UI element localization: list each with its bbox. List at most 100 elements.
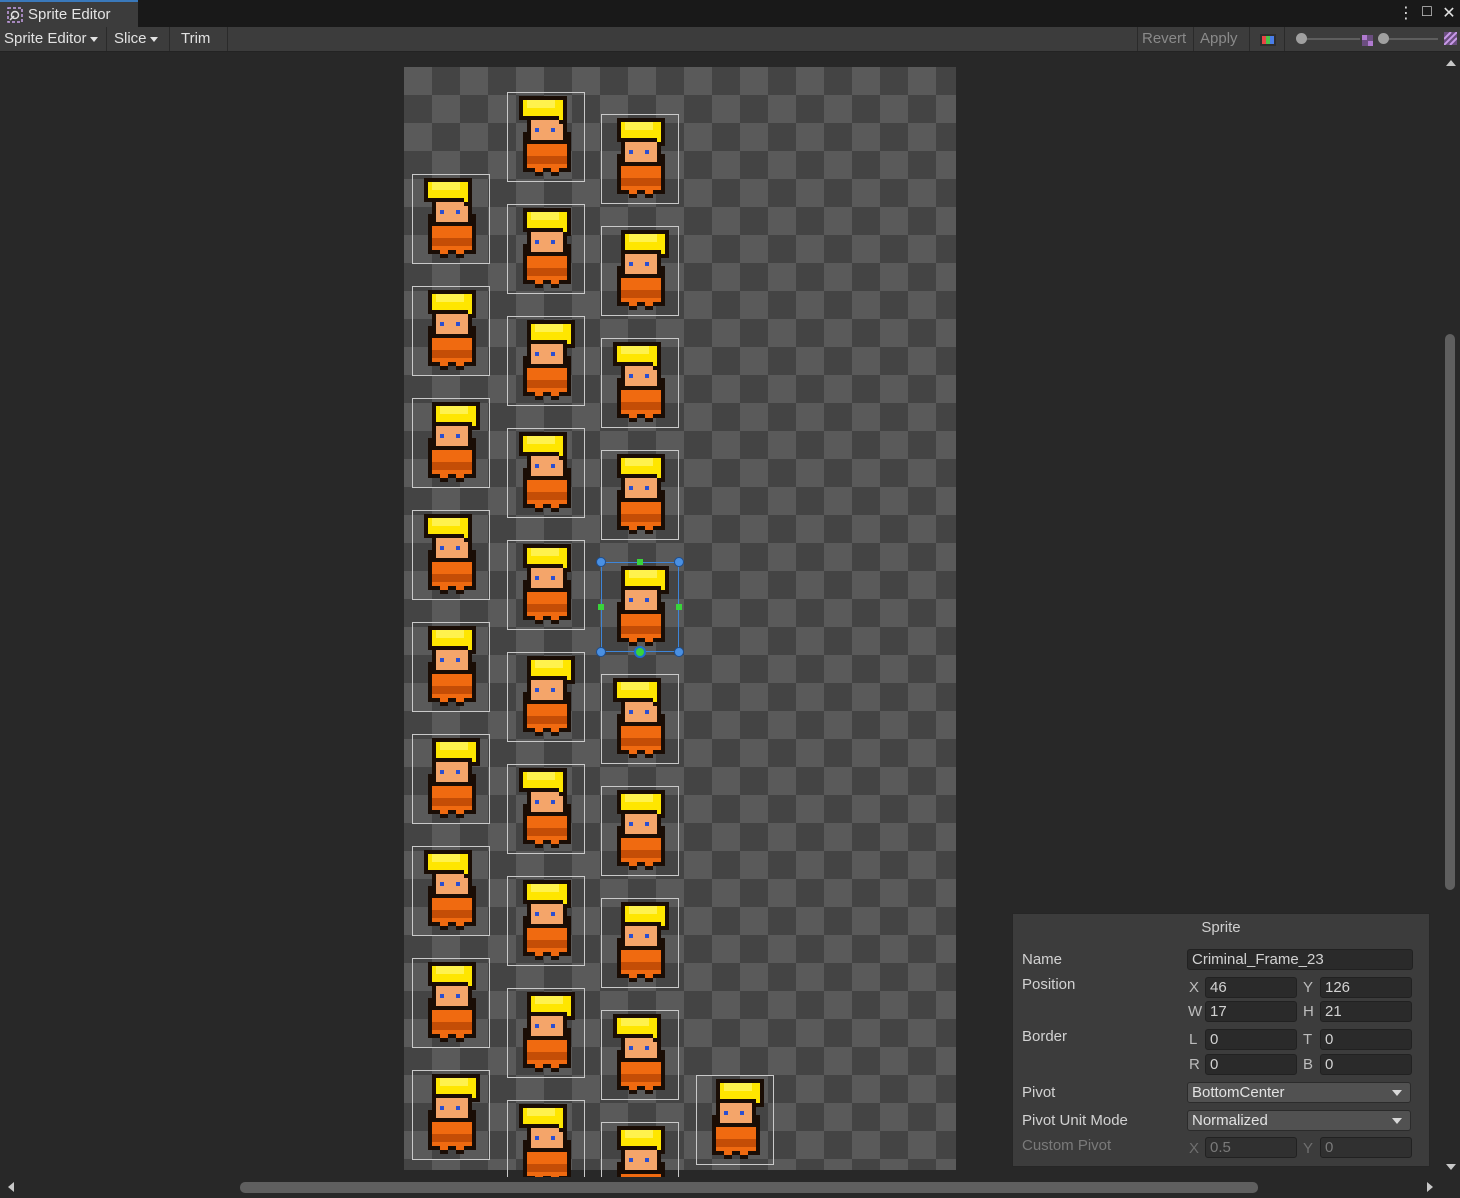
vertical-scrollbar[interactable] xyxy=(1441,52,1460,1177)
resize-handle[interactable] xyxy=(596,557,606,567)
close-icon[interactable]: ✕ xyxy=(1442,3,1456,23)
sprite-frame[interactable] xyxy=(507,540,585,630)
mip-slider-knob[interactable] xyxy=(1378,33,1389,44)
sprite-character-image xyxy=(424,178,476,258)
tab-title: Sprite Editor xyxy=(28,6,111,23)
sprite-character-image xyxy=(428,738,480,818)
sprite-frame[interactable] xyxy=(412,286,490,376)
vertical-scroll-thumb[interactable] xyxy=(1445,334,1455,890)
horizontal-scroll-thumb[interactable] xyxy=(240,1182,1258,1193)
sprite-character-image xyxy=(519,432,571,512)
sprite-frame[interactable] xyxy=(507,652,585,742)
sprite-character-image xyxy=(523,656,575,736)
chevron-down-icon xyxy=(1392,1090,1402,1096)
resize-handle[interactable] xyxy=(596,647,606,657)
sprite-frame[interactable] xyxy=(601,898,679,988)
apply-button[interactable]: Apply xyxy=(1196,27,1250,51)
toolbar-divider xyxy=(1284,27,1285,51)
pivot-unit-mode-label: Pivot Unit Mode xyxy=(1022,1112,1128,1129)
horizontal-scrollbar[interactable] xyxy=(0,1177,1441,1198)
sprite-frame[interactable] xyxy=(507,1100,585,1177)
sprite-frame[interactable] xyxy=(412,174,490,264)
sprite-character-image xyxy=(428,626,476,706)
sprite-sheet-texture[interactable] xyxy=(404,67,956,1177)
custom-pivot-y-label: Y xyxy=(1303,1140,1314,1157)
edge-handle[interactable] xyxy=(637,559,643,565)
height-field[interactable]: 21 xyxy=(1320,1001,1412,1022)
pivot-label: Pivot xyxy=(1022,1084,1056,1101)
sprite-frame[interactable] xyxy=(601,674,679,764)
custom-pivot-x-field[interactable]: 0.5 xyxy=(1205,1137,1297,1158)
border-top-field[interactable]: 0 xyxy=(1320,1029,1412,1050)
border-left-field[interactable]: 0 xyxy=(1205,1029,1297,1050)
border-right-field[interactable]: 0 xyxy=(1205,1054,1297,1075)
sprite-frame[interactable] xyxy=(412,1070,490,1160)
sprite-frame[interactable] xyxy=(601,226,679,316)
sprite-frame[interactable] xyxy=(601,1122,679,1177)
resize-handle[interactable] xyxy=(674,647,684,657)
zoom-slider-knob[interactable] xyxy=(1296,33,1307,44)
sprite-frame[interactable] xyxy=(507,764,585,854)
sprite-frame[interactable] xyxy=(696,1075,774,1165)
edge-handle[interactable] xyxy=(676,604,682,610)
slice-dropdown[interactable]: Slice xyxy=(110,27,170,51)
w-axis-label: W xyxy=(1188,1003,1203,1020)
width-field[interactable]: 17 xyxy=(1205,1001,1297,1022)
name-field[interactable]: Criminal_Frame_23 xyxy=(1187,949,1413,970)
sprite-character-image xyxy=(613,678,665,758)
sprite-character-image xyxy=(523,320,575,400)
scroll-right-icon[interactable] xyxy=(1427,1182,1433,1192)
sprite-frame[interactable] xyxy=(412,958,490,1048)
chevron-down-icon xyxy=(149,36,158,42)
border-bottom-field[interactable]: 0 xyxy=(1320,1054,1412,1075)
mode-dropdown-label: Sprite Editor xyxy=(4,30,87,47)
sprite-frame[interactable] xyxy=(507,876,585,966)
zoom-slider-track[interactable] xyxy=(1302,38,1360,40)
tab-sprite-editor[interactable]: Sprite Editor xyxy=(0,0,138,27)
pivot-handle[interactable] xyxy=(634,646,646,658)
mip-high-icon xyxy=(1443,31,1458,49)
position-y-field[interactable]: 126 xyxy=(1320,977,1412,998)
sprite-frame[interactable] xyxy=(601,786,679,876)
h-axis-label: H xyxy=(1303,1003,1314,1020)
toolbar: Sprite Editor Slice Trim Revert Apply xyxy=(0,27,1460,52)
position-x-field[interactable]: 46 xyxy=(1205,977,1297,998)
edge-handle[interactable] xyxy=(598,604,604,610)
selected-sprite-frame[interactable] xyxy=(601,562,679,652)
sprite-character-image xyxy=(617,1126,665,1177)
scroll-up-icon[interactable] xyxy=(1446,60,1456,66)
sprite-frame[interactable] xyxy=(507,92,585,182)
sprite-frame[interactable] xyxy=(412,622,490,712)
scroll-left-icon[interactable] xyxy=(8,1182,14,1192)
sprite-frame[interactable] xyxy=(507,204,585,294)
sprite-character-image xyxy=(428,1074,480,1154)
scroll-down-icon[interactable] xyxy=(1446,1164,1456,1170)
color-channel-icon[interactable] xyxy=(1260,33,1276,46)
b-axis-label: B xyxy=(1303,1056,1314,1073)
revert-button[interactable]: Revert xyxy=(1137,27,1194,51)
trim-button[interactable]: Trim xyxy=(176,27,228,51)
sprite-properties-panel: Sprite Name Criminal_Frame_23 Position X… xyxy=(1012,913,1430,1167)
sprite-character-image xyxy=(523,880,571,960)
resize-handle[interactable] xyxy=(674,557,684,567)
maximize-icon[interactable]: □ xyxy=(1420,3,1434,23)
sprite-frame[interactable] xyxy=(601,1010,679,1100)
sprite-frame[interactable] xyxy=(412,734,490,824)
sprite-frame[interactable] xyxy=(507,428,585,518)
sprite-frame[interactable] xyxy=(601,338,679,428)
sprite-frame[interactable] xyxy=(412,846,490,936)
custom-pivot-y-field[interactable]: 0 xyxy=(1320,1137,1412,1158)
sprite-frame[interactable] xyxy=(507,988,585,1078)
sprite-character-image xyxy=(428,962,476,1042)
sprite-frame[interactable] xyxy=(601,450,679,540)
sprite-frame[interactable] xyxy=(601,114,679,204)
panel-title: Sprite xyxy=(1201,919,1241,936)
more-options-icon[interactable]: ⋮ xyxy=(1398,3,1414,23)
pivot-dropdown[interactable]: BottomCenter xyxy=(1187,1082,1411,1103)
sprite-frame[interactable] xyxy=(507,316,585,406)
mode-dropdown[interactable]: Sprite Editor xyxy=(0,27,107,51)
sprite-frame[interactable] xyxy=(412,510,490,600)
mip-low-icon xyxy=(1362,33,1373,50)
pivot-unit-mode-dropdown[interactable]: Normalized xyxy=(1187,1110,1411,1131)
sprite-frame[interactable] xyxy=(412,398,490,488)
